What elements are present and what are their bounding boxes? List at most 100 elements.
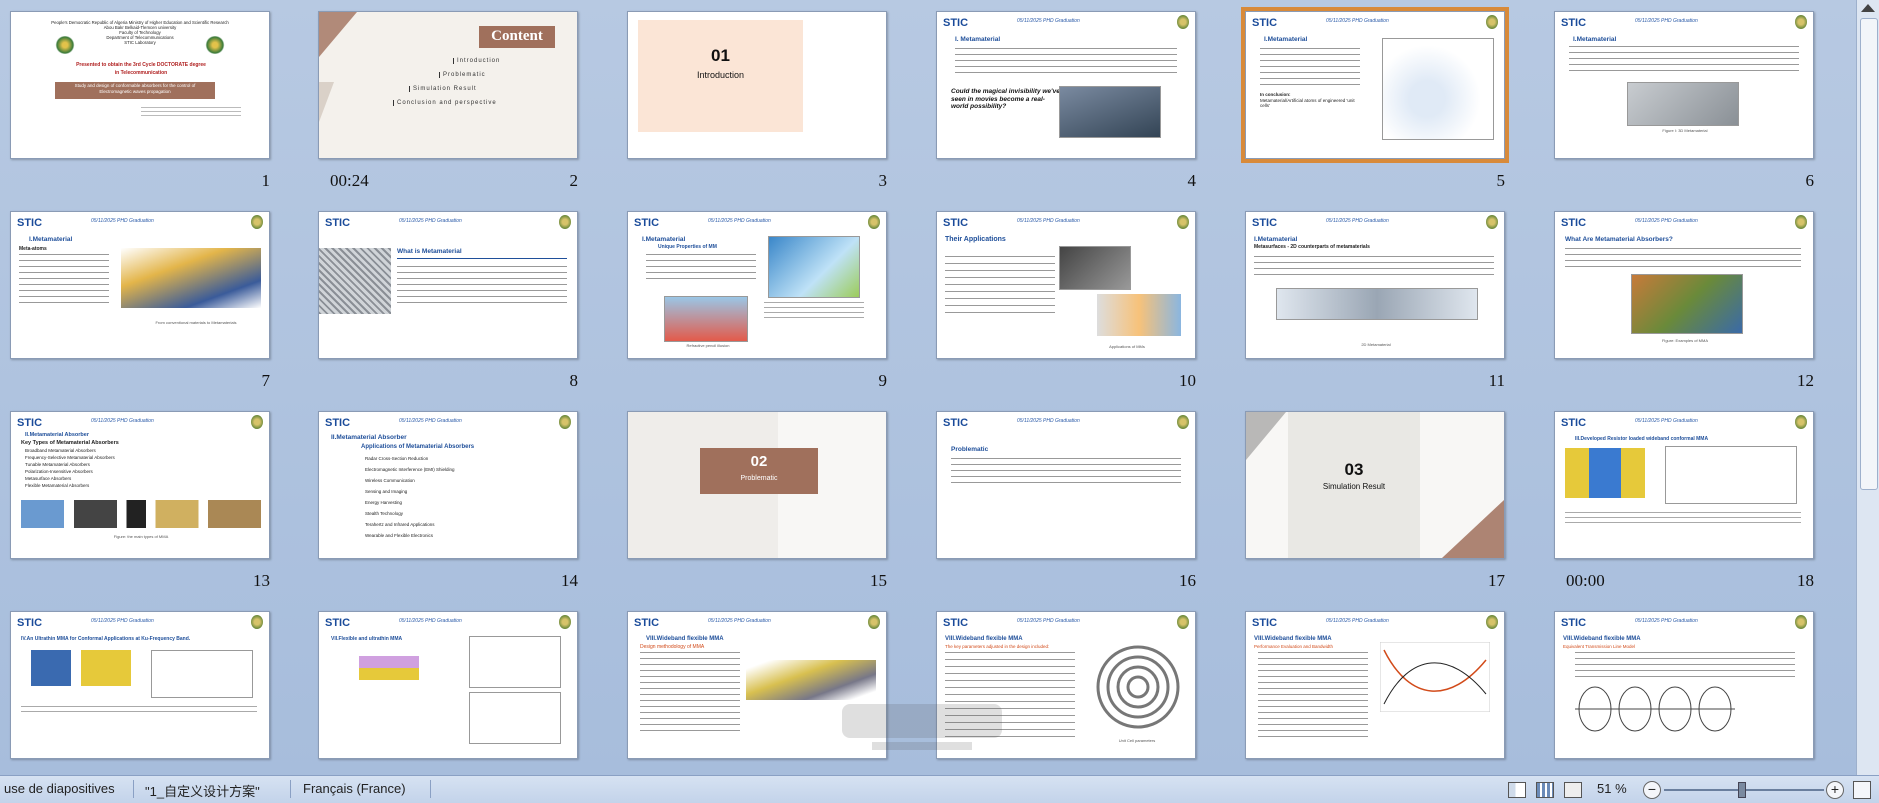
- unit-cell-diagram: [1382, 38, 1494, 140]
- slide-thumb-11[interactable]: STIC 05/11/2025 PHD Graduation I.Metamat…: [1245, 211, 1505, 390]
- slide-thumb-1[interactable]: People's Democratic Republic of Algeria …: [10, 11, 270, 190]
- app-4: Sensing and Imaging: [365, 489, 408, 494]
- slideshow-icon[interactable]: [1564, 782, 1582, 798]
- slide-12[interactable]: STIC 05/11/2025 PHD Graduation What Are …: [1554, 211, 1814, 359]
- normal-view-icon[interactable]: [1508, 782, 1526, 798]
- slide-sorter-pane[interactable]: People's Democratic Republic of Algeria …: [0, 0, 1856, 775]
- slide-thumb-16[interactable]: STIC 05/11/2025 PHD Graduation Problemat…: [936, 411, 1196, 590]
- header-text: 05/11/2025 PHD Graduation: [1326, 18, 1389, 24]
- zoom-level[interactable]: 51 %: [1597, 781, 1627, 796]
- slide-thumb-18[interactable]: STIC 05/11/2025 PHD Graduation III.Devel…: [1554, 411, 1814, 590]
- slide-2[interactable]: Content Introduction Problematic Simulat…: [318, 11, 578, 159]
- emblem-icon: [1177, 615, 1189, 629]
- slide-9[interactable]: STIC 05/11/2025 PHD Graduation I.Metamat…: [627, 211, 887, 359]
- slide-thumb-14[interactable]: STIC 05/11/2025 PHD Graduation II.Metama…: [318, 411, 578, 590]
- emblem-icon: [1795, 15, 1807, 29]
- body-text: [951, 458, 1181, 488]
- slide-sorter-view-icon[interactable]: [1536, 782, 1554, 798]
- section-label: Introduction: [696, 70, 745, 80]
- slide-title: III.Developed Resistor loaded wideband c…: [1575, 436, 1709, 442]
- stic-logo: STIC: [17, 617, 43, 629]
- circuit-diagram: [1575, 686, 1735, 732]
- slide-11[interactable]: STIC 05/11/2025 PHD Graduation I.Metamat…: [1245, 211, 1505, 359]
- emblem-icon: [1486, 15, 1498, 29]
- slide-thumb-2[interactable]: Content Introduction Problematic Simulat…: [318, 11, 578, 190]
- slide-7[interactable]: STIC 05/11/2025 PHD Graduation I.Metamat…: [10, 211, 270, 359]
- section-label: Problematic: [740, 475, 778, 482]
- zoom-out-icon[interactable]: −: [1643, 781, 1661, 799]
- slide-thumb-6[interactable]: STIC 05/11/2025 PHD Graduation I.Metamat…: [1554, 11, 1814, 190]
- slide-15[interactable]: 02 Problematic: [627, 411, 887, 559]
- slide-number: 7: [261, 371, 271, 390]
- slide-thumb-23[interactable]: STIC 05/11/2025 PHD Graduation VIII.Wide…: [1245, 611, 1505, 759]
- slide-number: 14: [561, 571, 578, 590]
- mma-structure-image: [746, 660, 876, 700]
- slide-4[interactable]: STIC 05/11/2025 PHD Graduation I. Metama…: [936, 11, 1196, 159]
- slide-timing: 00:24: [330, 171, 369, 190]
- brush-stroke-decoration: [319, 12, 357, 122]
- slide-19[interactable]: STIC 05/11/2025 PHD Graduation IV.An Ult…: [10, 611, 270, 759]
- section-number: 02: [750, 453, 768, 470]
- slide-thumb-19[interactable]: STIC 05/11/2025 PHD Graduation IV.An Ult…: [10, 611, 270, 759]
- slide-thumb-7[interactable]: STIC 05/11/2025 PHD Graduation I.Metamat…: [10, 211, 270, 390]
- header-text: 05/11/2025 PHD Graduation: [1635, 218, 1698, 224]
- status-language[interactable]: Français (France): [303, 781, 406, 796]
- slide-8[interactable]: STIC 05/11/2025 PHD Graduation What is M…: [318, 211, 578, 359]
- figure-caption: Refractive pencil illusion: [686, 343, 730, 348]
- slide-18[interactable]: STIC 05/11/2025 PHD Graduation III.Devel…: [1554, 411, 1814, 559]
- slide-thumb-5[interactable]: STIC 05/11/2025 PHD Graduation I.Metamat…: [1241, 7, 1509, 190]
- emblem-icon: [251, 215, 263, 229]
- slide-thumb-10[interactable]: STIC 05/11/2025 PHD Graduation Their App…: [936, 211, 1196, 390]
- slide-3[interactable]: 01 Introduction: [627, 11, 887, 159]
- stic-logo: STIC: [1561, 217, 1587, 229]
- header-text: 05/11/2025 PHD Graduation: [91, 418, 154, 424]
- slide-number: 15: [870, 571, 887, 590]
- slide-10[interactable]: STIC 05/11/2025 PHD Graduation Their App…: [936, 211, 1196, 359]
- emblem-icon: [559, 615, 571, 629]
- stic-logo: STIC: [943, 17, 969, 29]
- slide-20[interactable]: STIC 05/11/2025 PHD Graduation VII.Flexi…: [318, 611, 578, 759]
- header-text: 05/11/2025 PHD Graduation: [1635, 618, 1698, 624]
- slide-thumb-17[interactable]: 03 Simulation Result 17: [1245, 411, 1505, 590]
- slide-5[interactable]: STIC 05/11/2025 PHD Graduation I.Metamat…: [1241, 7, 1509, 163]
- slide-title: I.Metamaterial: [1254, 236, 1298, 243]
- absorption-plot: [1380, 642, 1490, 712]
- slide-thumb-13[interactable]: STIC 05/11/2025 PHD Graduation II.Metama…: [10, 411, 270, 590]
- slide-23[interactable]: STIC 05/11/2025 PHD Graduation VIII.Wide…: [1245, 611, 1505, 759]
- stic-logo: STIC: [943, 617, 969, 629]
- ultrathin-mma-image: [31, 650, 131, 686]
- scroll-thumb[interactable]: [1860, 18, 1878, 490]
- spiral-unit-cell-icon: [1096, 645, 1180, 729]
- slide-24[interactable]: STIC 05/11/2025 PHD Graduation VIII.Wide…: [1554, 611, 1814, 759]
- stic-logo: STIC: [17, 217, 43, 229]
- slide-13[interactable]: STIC 05/11/2025 PHD Graduation II.Metama…: [10, 411, 270, 559]
- header-text: 05/11/2025 PHD Graduation: [1017, 418, 1080, 424]
- slide-16[interactable]: STIC 05/11/2025 PHD Graduation Problemat…: [936, 411, 1196, 559]
- body-text: [1258, 652, 1368, 742]
- slide-14[interactable]: STIC 05/11/2025 PHD Graduation II.Metama…: [318, 411, 578, 559]
- slide-number: 11: [1488, 371, 1505, 390]
- slide-thumb-12[interactable]: STIC 05/11/2025 PHD Graduation What Are …: [1554, 211, 1814, 390]
- status-theme: "1_自定义设计方案": [145, 784, 260, 799]
- content-item-4: Conclusion and perspective: [393, 100, 497, 106]
- slide-6[interactable]: STIC 05/11/2025 PHD Graduation I.Metamat…: [1554, 11, 1814, 159]
- metasurface-image: [1276, 288, 1478, 320]
- slide-thumb-24[interactable]: STIC 05/11/2025 PHD Graduation VIII.Wide…: [1554, 611, 1814, 759]
- slide-1[interactable]: People's Democratic Republic of Algeria …: [10, 11, 270, 159]
- slide-thumb-15[interactable]: 02 Problematic 15: [627, 411, 887, 590]
- slide-thumb-9[interactable]: STIC 05/11/2025 PHD Graduation I.Metamat…: [627, 211, 887, 390]
- zoom-slider-thumb[interactable]: [1738, 782, 1746, 798]
- book-image: [1059, 86, 1161, 138]
- fit-to-window-icon[interactable]: [1853, 781, 1871, 799]
- scroll-up-arrow-icon[interactable]: [1861, 4, 1875, 12]
- slide-thumb-3[interactable]: 01 Introduction 3: [627, 11, 887, 190]
- emblem-icon: [1795, 615, 1807, 629]
- zoom-in-icon[interactable]: +: [1826, 781, 1844, 799]
- title-underline: [397, 258, 567, 259]
- vertical-scrollbar[interactable]: [1856, 0, 1879, 775]
- slide-thumb-4[interactable]: STIC 05/11/2025 PHD Graduation I. Metama…: [936, 11, 1196, 190]
- slide-thumb-8[interactable]: STIC 05/11/2025 PHD Graduation What is M…: [318, 211, 578, 390]
- slide-title: II.Metamaterial Absorber: [331, 434, 407, 441]
- slide-thumb-20[interactable]: STIC 05/11/2025 PHD Graduation VII.Flexi…: [318, 611, 578, 759]
- slide-17[interactable]: 03 Simulation Result: [1245, 411, 1505, 559]
